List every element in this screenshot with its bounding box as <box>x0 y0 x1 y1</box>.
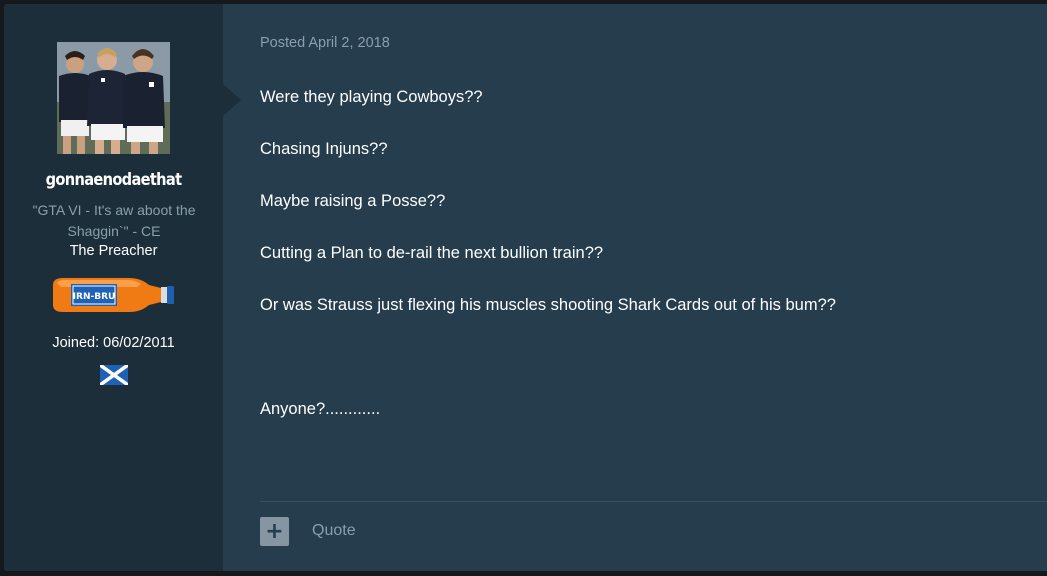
quote-button[interactable]: Quote <box>312 522 356 540</box>
author-username[interactable]: gonnaenodaethat <box>19 170 207 190</box>
irn-bru-bottle-icon: IRN-BRU <box>49 275 177 315</box>
post-paragraph: Cutting a Plan to de-rail the next bulli… <box>260 244 604 262</box>
member-rank: The Preacher <box>69 243 158 259</box>
post-divider <box>260 501 1047 502</box>
user-avatar[interactable] <box>57 42 170 154</box>
joined-date: Joined: 06/02/2011 <box>52 335 175 351</box>
post-date[interactable]: Posted April 2, 2018 <box>260 35 390 51</box>
post-paragraph: Anyone?............ <box>260 400 381 418</box>
svg-text:IRN-BRU: IRN-BRU <box>73 292 116 302</box>
author-panel-arrow <box>223 84 241 116</box>
member-title: "GTA VI - It's aw aboot the Shaggin`" - … <box>32 202 196 239</box>
post-paragraph: Were they playing Cowboys?? <box>260 88 483 106</box>
avatar-photo <box>57 42 170 154</box>
forum-post: gonnaenodaethat "GTA VI - It's aw aboot … <box>4 4 1047 571</box>
post-paragraph: Or was Strauss just flexing his muscles … <box>260 296 836 314</box>
post-paragraph: Chasing Injuns?? <box>260 140 388 158</box>
author-panel: gonnaenodaethat "GTA VI - It's aw aboot … <box>4 4 223 571</box>
scotland-flag-icon <box>98 363 130 387</box>
post-paragraph: Maybe raising a Posse?? <box>260 192 446 210</box>
multiquote-button[interactable]: + <box>260 517 289 546</box>
